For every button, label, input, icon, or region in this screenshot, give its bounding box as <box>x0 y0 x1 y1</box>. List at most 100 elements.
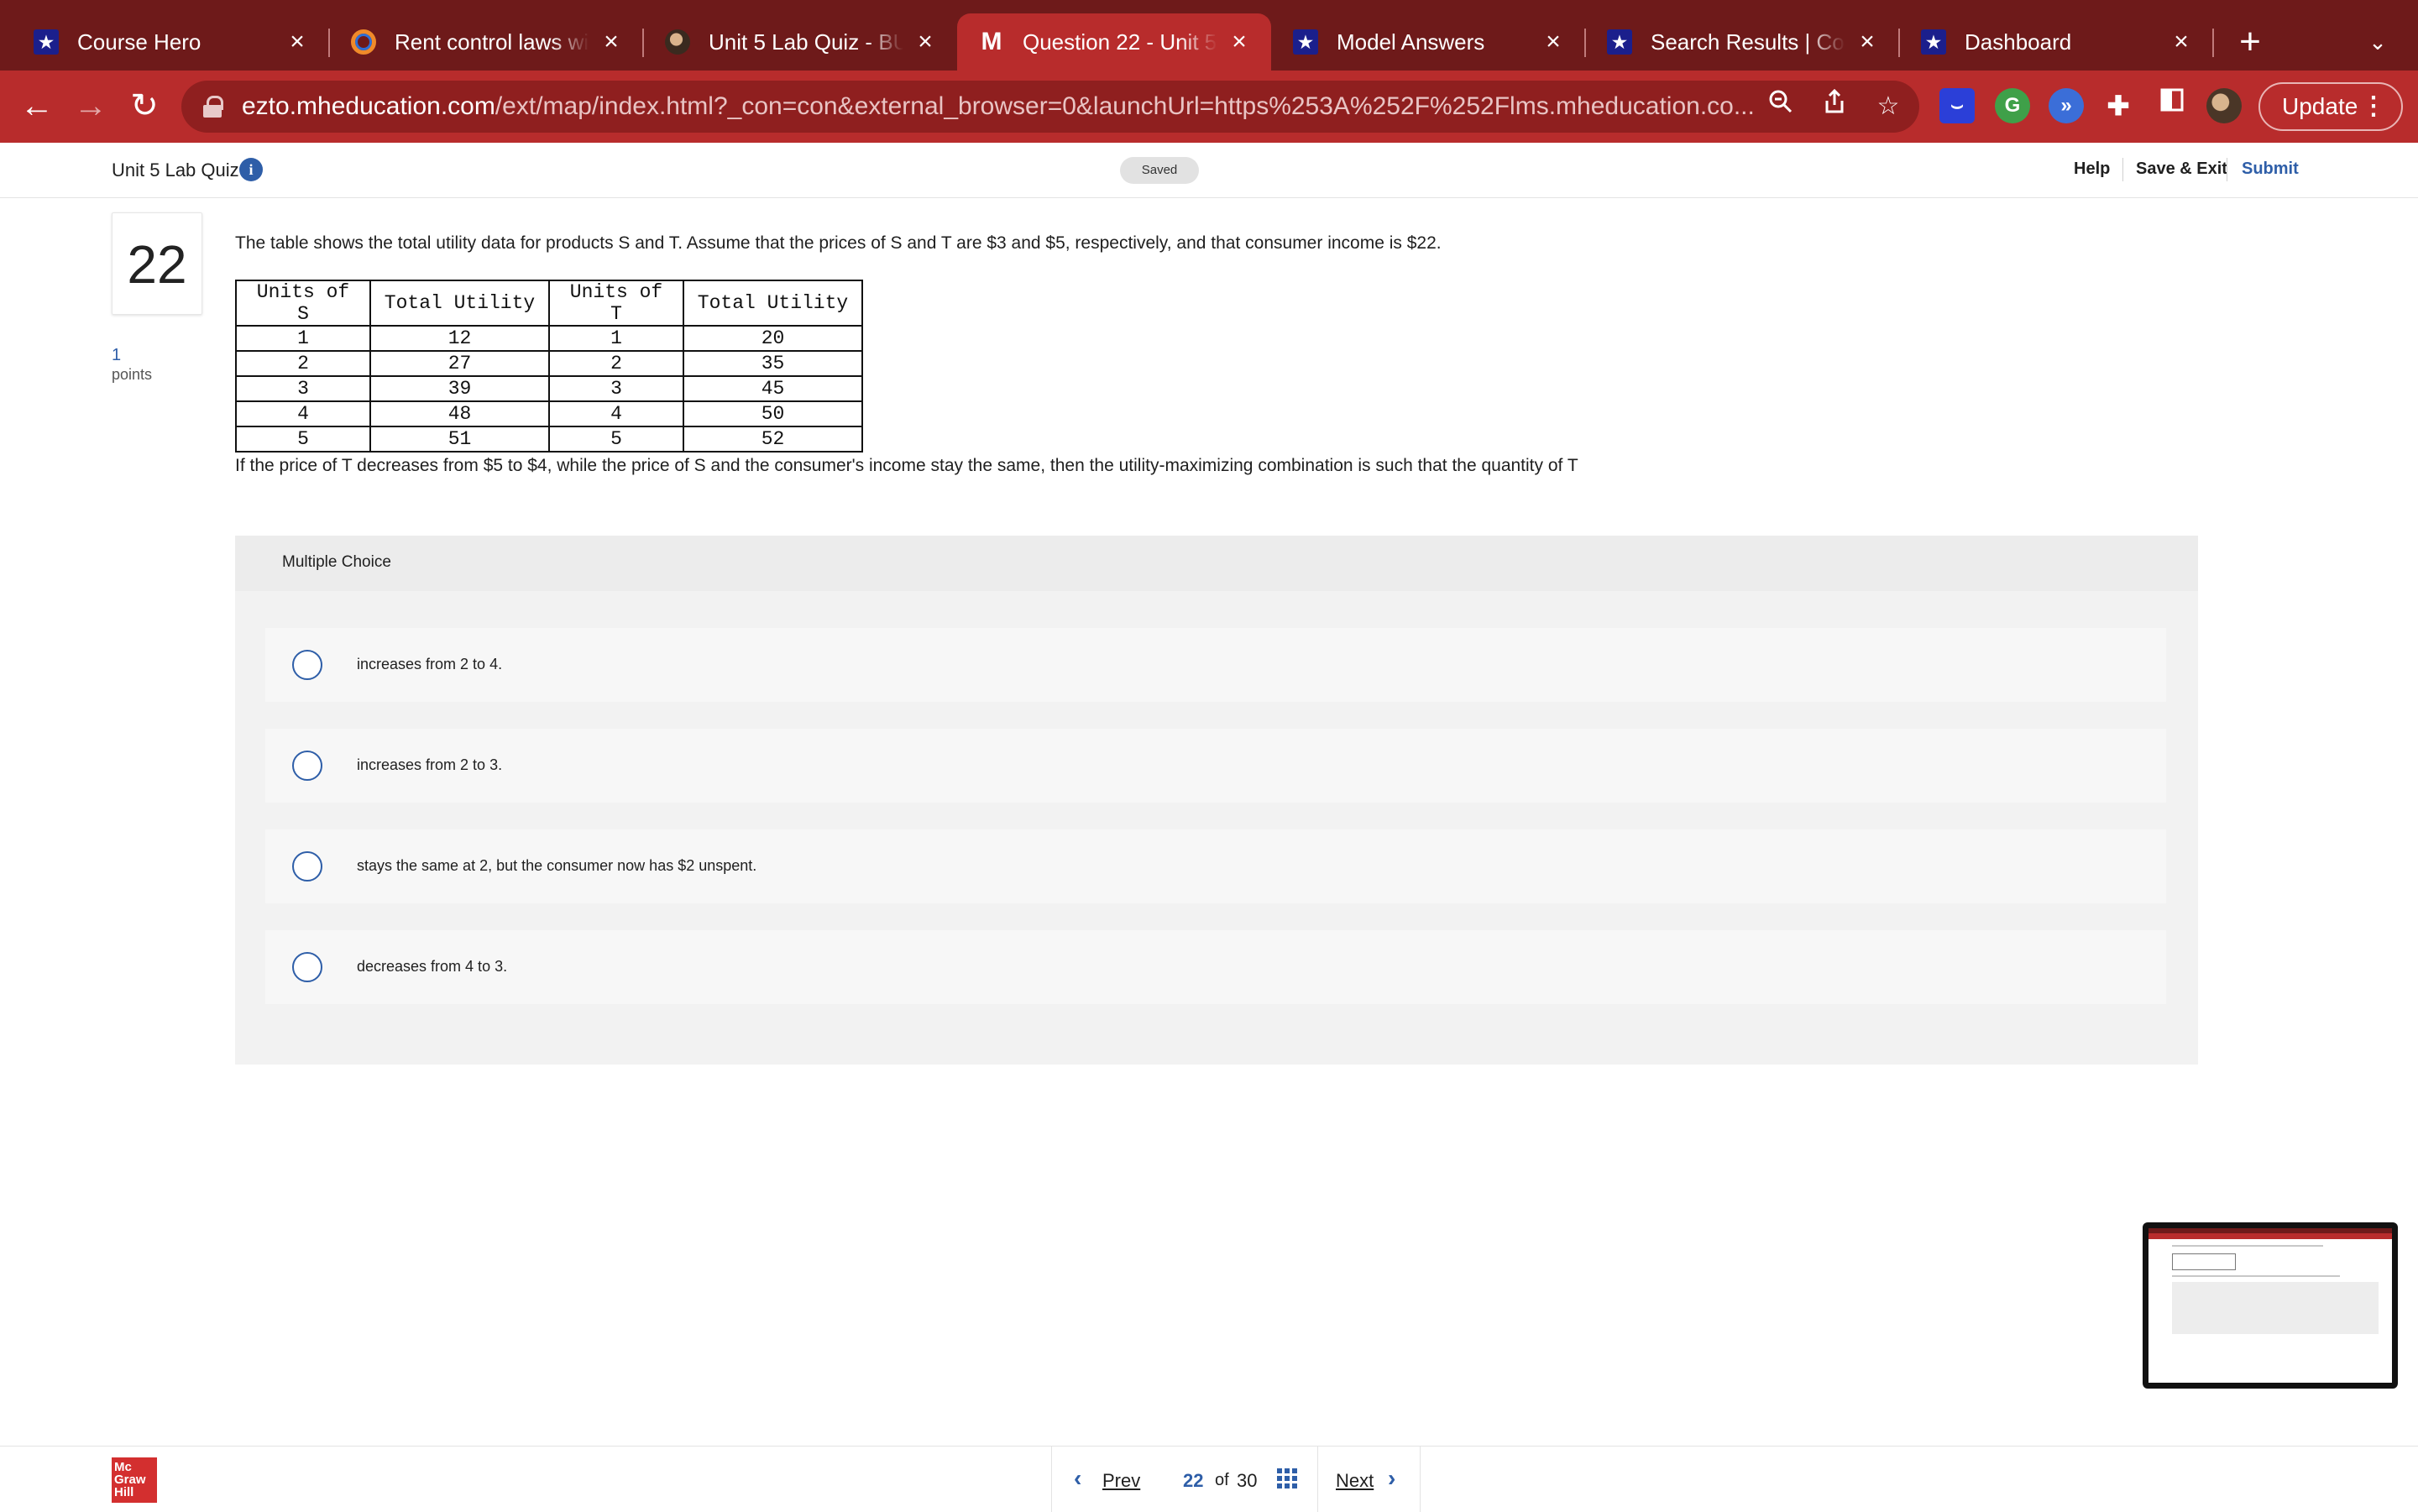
table-cell: 50 <box>683 400 863 427</box>
browser-tab-course-hero[interactable]: ★ Course Hero × <box>12 13 329 71</box>
mh-icon: M <box>981 28 1002 55</box>
pager-of: of <box>1215 1471 1229 1489</box>
save-exit-link[interactable]: Save & Exit <box>2136 160 2227 179</box>
share-icon[interactable] <box>1815 87 1854 126</box>
table-cell: 3 <box>235 375 371 402</box>
thumbnail-preview <box>2148 1228 2392 1383</box>
screenshot-thumbnail[interactable] <box>2143 1222 2398 1389</box>
chevron-left-icon[interactable]: ‹ <box>1074 1465 1081 1492</box>
bookmark-star-icon[interactable]: ☆ <box>1869 87 1908 126</box>
chevron-right-icon[interactable]: › <box>1388 1465 1395 1492</box>
side-panel-icon[interactable] <box>2154 88 2190 123</box>
close-icon[interactable]: × <box>285 29 309 55</box>
tab-title: Course Hero <box>77 29 202 55</box>
new-tab-button[interactable]: + <box>2232 20 2269 64</box>
grammarly-extension-icon[interactable]: G <box>1995 88 2030 123</box>
radio-button[interactable] <box>292 851 322 882</box>
tab-title: Model Answers <box>1337 29 1485 55</box>
table-cell: 3 <box>548 375 684 402</box>
forward-arrow-icon[interactable]: → <box>67 82 114 129</box>
star-icon: ★ <box>1607 29 1632 55</box>
table-row: 1 12 1 20 <box>235 325 863 352</box>
points-value: 1 <box>112 346 122 364</box>
zoom-icon[interactable] <box>1761 87 1800 126</box>
table-cell: 5 <box>548 426 684 453</box>
star-icon: ★ <box>1293 29 1318 55</box>
tab-title: Search Results | Cou <box>1651 29 1845 55</box>
close-icon[interactable]: × <box>913 29 937 55</box>
choice-text: increases from 2 to 3. <box>357 756 503 773</box>
star-icon: ★ <box>34 29 59 55</box>
table-header-row: Units of S Total Utility Units of T Tota… <box>235 280 863 327</box>
radio-button[interactable] <box>292 952 322 982</box>
multiple-choice-header: Multiple Choice <box>235 536 2198 591</box>
table-cell: 48 <box>369 400 550 427</box>
column-header: Total Utility <box>369 280 550 327</box>
radio-button[interactable] <box>292 650 322 680</box>
table-cell: 4 <box>548 400 684 427</box>
question-followup: If the price of T decreases from $5 to $… <box>235 456 1578 475</box>
browser-tab-question-22[interactable]: M Question 22 - Unit 5 × <box>957 13 1271 71</box>
choice-text: stays the same at 2, but the consumer no… <box>357 857 757 874</box>
profile-avatar[interactable] <box>2206 88 2242 123</box>
saved-status-badge: Saved <box>1120 157 1199 184</box>
browser-tab-model-answers[interactable]: ★ Model Answers × <box>1271 13 1585 71</box>
quiz-footer: Mc Graw Hill ‹ Prev 22 of 30 Next › <box>0 1446 2418 1512</box>
pocket-extension-icon[interactable]: ⌣ <box>1939 88 1975 123</box>
column-header: Total Utility <box>683 280 863 327</box>
choice-option-d[interactable]: decreases from 4 to 3. <box>265 930 2166 1004</box>
media-extension-icon[interactable]: » <box>2049 88 2084 123</box>
close-icon[interactable]: × <box>599 29 623 55</box>
browser-tab-search-results[interactable]: ★ Search Results | Cou × <box>1585 13 1899 71</box>
choice-text: increases from 2 to 4. <box>357 656 503 672</box>
table-cell: 52 <box>683 426 863 453</box>
choice-option-a[interactable]: increases from 2 to 4. <box>265 628 2166 702</box>
next-button[interactable]: Next <box>1336 1470 1374 1492</box>
submit-link[interactable]: Submit <box>2242 160 2299 179</box>
tab-title: Dashboard <box>1965 29 2072 55</box>
pager-divider <box>1317 1447 1318 1512</box>
multiple-choice-label: Multiple Choice <box>282 553 391 571</box>
table-row: 2 27 2 35 <box>235 350 863 377</box>
question-grid-icon[interactable] <box>1277 1468 1297 1488</box>
current-question: 22 <box>1183 1470 1204 1491</box>
browser-tab-rent-control[interactable]: Rent control laws will × <box>329 13 643 71</box>
close-icon[interactable]: × <box>1541 29 1565 55</box>
browser-tab-dashboard[interactable]: ★ Dashboard × <box>1899 13 2213 71</box>
close-icon[interactable]: × <box>1227 29 1251 55</box>
table-cell: 12 <box>369 325 550 352</box>
update-label: Update <box>2282 93 2358 119</box>
info-icon[interactable]: i <box>239 158 263 181</box>
photo-icon <box>665 29 690 55</box>
reload-icon[interactable]: ↻ <box>121 82 168 129</box>
thumbnail-toolbar <box>2148 1233 2392 1239</box>
choice-option-b[interactable]: increases from 2 to 3. <box>265 729 2166 803</box>
table-cell: 51 <box>369 426 550 453</box>
help-link[interactable]: Help <box>2074 160 2110 179</box>
browser-tab-unit5-quiz[interactable]: Unit 5 Lab Quiz - BU × <box>643 13 957 71</box>
quiz-title: Unit 5 Lab Quiz <box>112 160 239 180</box>
points-label: points <box>112 366 153 383</box>
radio-button[interactable] <box>292 751 322 781</box>
tab-search-chevron-icon[interactable]: ⌄ <box>2361 24 2394 60</box>
choice-option-c[interactable]: stays the same at 2, but the consumer no… <box>265 829 2166 903</box>
update-button[interactable]: Update ⋮ <box>2258 82 2403 131</box>
multiple-choice-panel: Multiple Choice increases from 2 to 4. i… <box>235 536 2198 1065</box>
close-icon[interactable]: × <box>1855 29 1879 55</box>
extensions-puzzle-icon[interactable]: ✚ <box>2101 88 2136 123</box>
kebab-menu-icon[interactable]: ⋮ <box>2361 91 2386 123</box>
question-pager: ‹ Prev 22 of 30 Next › <box>1051 1447 1421 1512</box>
back-arrow-icon[interactable]: ← <box>13 82 60 129</box>
table-cell: 4 <box>235 400 371 427</box>
column-header: Units of T <box>548 280 684 327</box>
table-cell: 27 <box>369 350 550 377</box>
close-icon[interactable]: × <box>2169 29 2193 55</box>
lock-icon <box>203 96 223 118</box>
thumbnail-text-line <box>2172 1275 2340 1277</box>
mcgraw-hill-logo: Mc Graw Hill <box>112 1457 157 1503</box>
address-bar[interactable]: ezto.mheducation.com/ext/map/index.html?… <box>181 81 1919 133</box>
choice-text: decreases from 4 to 3. <box>357 958 508 975</box>
column-header: Units of S <box>235 280 371 327</box>
prev-button[interactable]: Prev <box>1102 1470 1140 1492</box>
total-questions: 30 <box>1237 1470 1258 1491</box>
